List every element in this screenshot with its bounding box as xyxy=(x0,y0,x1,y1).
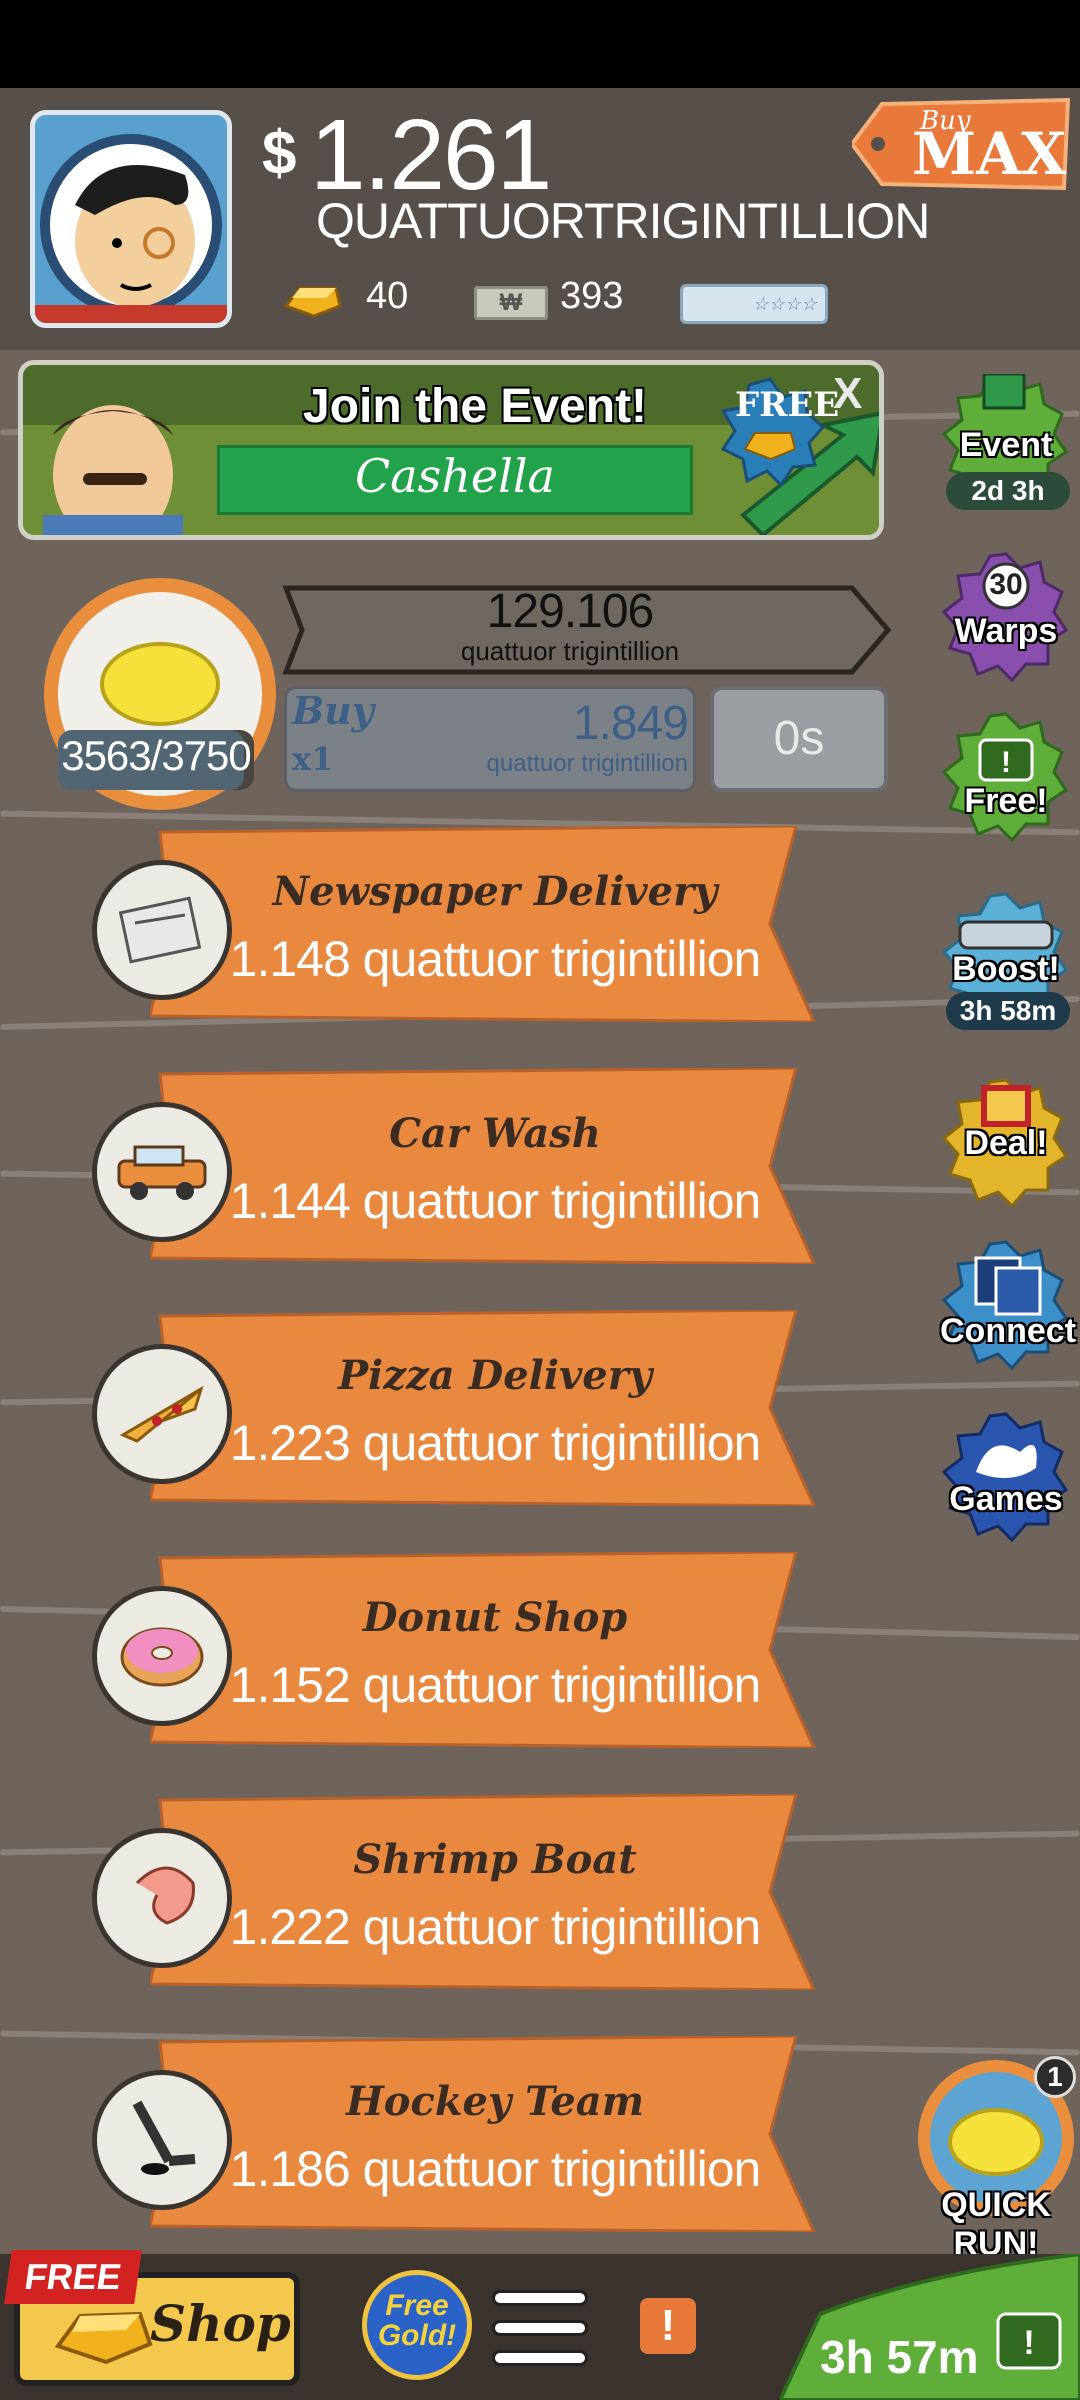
svg-text:!: ! xyxy=(1023,2324,1034,2362)
blue-bill-icon[interactable]: ☆☆☆☆ xyxy=(680,284,828,324)
free-tag: FREE xyxy=(4,2250,142,2304)
boost-timer: 3h 58m xyxy=(946,992,1070,1030)
alert-button[interactable]: ! xyxy=(640,2298,696,2354)
money-unit: QUATTUORTRIGINTILLION xyxy=(316,193,930,249)
menu-line-icon xyxy=(492,2350,588,2366)
business-value: 1.144 quattuor trigintillion xyxy=(229,1173,762,1229)
free-gold-line2: Gold! xyxy=(377,2319,457,2352)
business-name: Newspaper Delivery xyxy=(272,868,718,915)
free-gold-button[interactable]: Free Gold! xyxy=(362,2270,472,2380)
menu-line-icon xyxy=(492,2320,588,2336)
revenue-unit: quattuor trigintillion xyxy=(460,636,680,666)
event-side-button[interactable]: Event 2d 3h xyxy=(940,372,1072,510)
event-timer: 2d 3h xyxy=(946,472,1070,510)
megabucks-count: 393 xyxy=(560,275,624,317)
business-value: 1.148 quattuor trigintillion xyxy=(229,931,762,987)
business-name: Donut Shop xyxy=(362,1594,628,1641)
business-name: Car Wash xyxy=(389,1110,601,1157)
business-ribbon[interactable] xyxy=(150,1552,816,1748)
boost-button[interactable]: Boost! 3h 58m xyxy=(940,892,1072,1030)
warps-count: 30 xyxy=(989,568,1023,601)
business-value: 1.186 quattuor trigintillion xyxy=(229,2141,762,2197)
avatar[interactable] xyxy=(30,110,232,328)
astronaut-avatar-icon xyxy=(35,115,227,323)
shop-label: Shop xyxy=(150,2294,291,2353)
warps-label: Warps xyxy=(954,612,1058,650)
buy-max-label: Max xyxy=(912,120,1067,188)
buy-cost: 1.849 xyxy=(572,697,689,750)
business-name: Pizza Delivery xyxy=(337,1352,653,1399)
business-ribbon[interactable] xyxy=(150,1310,816,1506)
svg-text:!: ! xyxy=(1001,746,1011,779)
status-bar xyxy=(0,0,1080,88)
quick-run-count: 1 xyxy=(1034,2056,1076,2098)
gold-bar-icon xyxy=(54,2311,153,2365)
gold-count: 40 xyxy=(366,275,409,317)
free-gold-line1: Free xyxy=(385,2289,449,2322)
connect-button[interactable]: Connect xyxy=(940,1240,1076,1372)
free-label: FREE xyxy=(735,385,840,425)
buy-unit: quattuor trigintillion xyxy=(486,750,688,777)
gold-bar-icon xyxy=(283,286,342,318)
games-button[interactable]: Games xyxy=(940,1412,1072,1544)
menu-line-icon xyxy=(492,2290,588,2306)
buy-multiplier: x1 xyxy=(292,740,334,778)
cards-icon xyxy=(941,1240,1069,1371)
business-value: 1.223 quattuor trigintillion xyxy=(229,1415,762,1471)
event-side-label: Event xyxy=(959,426,1053,464)
business-ribbon[interactable] xyxy=(150,826,816,1022)
tv-icon: ! xyxy=(941,712,1069,843)
boost-label: Boost! xyxy=(952,950,1060,988)
games-label: Games xyxy=(949,1480,1063,1518)
megabucks-icon: ₩ xyxy=(474,286,548,320)
business-name: Shrimp Boat xyxy=(353,1836,637,1883)
business-value: 1.152 quattuor trigintillion xyxy=(229,1657,762,1713)
business-name: Hockey Team xyxy=(345,2078,645,2125)
business-timer: 0s xyxy=(710,686,888,792)
free-label-side: Free! xyxy=(964,782,1048,820)
manager-timer-text: 3h 57m xyxy=(820,2331,979,2383)
splash-icon xyxy=(941,1412,1069,1543)
business-ribbon[interactable] xyxy=(150,2036,816,2232)
unit-progress-text: 3563/3750 xyxy=(61,732,252,779)
business-ribbon[interactable] xyxy=(150,1068,816,1264)
event-banner[interactable]: Join the Event! Cashella FREE X xyxy=(18,360,884,540)
connect-label: Connect xyxy=(940,1312,1076,1350)
warps-button[interactable]: 30 Warps xyxy=(940,552,1072,684)
revenue-value: 129.106 xyxy=(486,585,655,638)
business-value: 1.222 quattuor trigintillion xyxy=(229,1899,762,1955)
close-button[interactable]: X xyxy=(833,369,862,419)
buy-label: Buy xyxy=(292,688,374,733)
event-title: Join the Event! xyxy=(303,380,648,433)
currency-symbol: $ xyxy=(262,119,297,188)
event-name: Cashella xyxy=(355,449,555,503)
free-tv-button[interactable]: ! Free! xyxy=(940,712,1072,844)
business-ribbon[interactable] xyxy=(150,1794,816,1990)
deal-button[interactable]: Deal! xyxy=(940,1078,1072,1210)
quick-run-label: QUICK RUN! xyxy=(941,2186,1051,2263)
deal-label: Deal! xyxy=(964,1124,1048,1162)
menu-button[interactable] xyxy=(492,2288,588,2368)
